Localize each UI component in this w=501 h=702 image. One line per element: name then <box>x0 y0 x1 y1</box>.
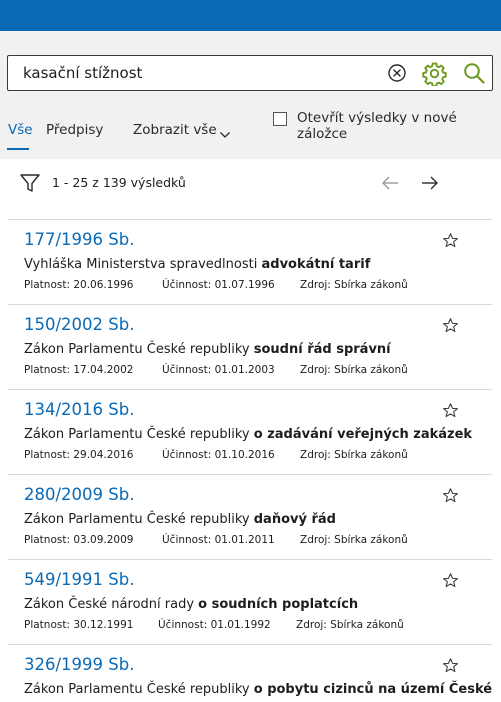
result-zdroj: Zdroj: Sbírka zákonů <box>300 279 408 291</box>
result-title-link[interactable]: 150/2002 Sb. <box>24 315 134 334</box>
result-description: Zákon Parlamentu České republiky o zadáv… <box>24 427 473 442</box>
result-platnost: Platnost: 03.09.2009 <box>24 534 134 546</box>
result-item: 549/1991 Sb. Zákon České národní rady o … <box>0 561 501 646</box>
result-zdroj: Zdroj: Sbírka zákonů <box>296 619 404 631</box>
divider <box>8 474 492 475</box>
search-icon[interactable] <box>462 61 486 85</box>
result-ucinnost: Účinnost: 01.01.1992 <box>158 619 271 631</box>
star-icon[interactable] <box>442 317 459 334</box>
result-description: Zákon Parlamentu České republiky o pobyt… <box>24 682 493 697</box>
result-ucinnost: Účinnost: 01.01.2011 <box>162 534 275 546</box>
result-title-link[interactable]: 280/2009 Sb. <box>24 485 134 504</box>
result-item: 326/1999 Sb. Zákon Parlamentu České repu… <box>0 646 501 702</box>
result-description: Vyhláška Ministerstva spravedlnosti advo… <box>24 257 371 272</box>
result-title-link[interactable]: 326/1999 Sb. <box>24 655 134 674</box>
search-box[interactable] <box>7 55 493 91</box>
result-description: Zákon Parlamentu České republiky daňový … <box>24 512 336 527</box>
prev-page-arrow-icon[interactable] <box>380 175 400 191</box>
result-title-link[interactable]: 134/2016 Sb. <box>24 400 134 419</box>
next-page-arrow-icon[interactable] <box>420 175 440 191</box>
tab-bar: Vše Předpisy Zobrazit vše Otevřít výsled… <box>0 110 501 158</box>
new-tab-label: Otevřít výsledky v nové záložce <box>297 110 457 142</box>
result-zdroj: Zdroj: Sbírka zákonů <box>300 534 408 546</box>
result-item: 177/1996 Sb. Vyhláška Ministerstva sprav… <box>0 221 501 306</box>
search-area: Vše Předpisy Zobrazit vše Otevřít výsled… <box>0 31 501 159</box>
results-count: 1 - 25 z 139 výsledků <box>52 175 186 190</box>
top-bar <box>0 0 501 31</box>
divider <box>8 389 492 390</box>
search-input[interactable] <box>23 62 363 84</box>
star-icon[interactable] <box>442 487 459 504</box>
results-header: 1 - 25 z 139 výsledků <box>0 159 501 219</box>
gear-icon[interactable] <box>422 61 447 86</box>
clear-icon[interactable] <box>387 63 407 83</box>
result-zdroj: Zdroj: Sbírka zákonů <box>300 449 408 461</box>
result-item: 280/2009 Sb. Zákon Parlamentu České repu… <box>0 476 501 561</box>
result-description: Zákon Parlamentu České republiky soudní … <box>24 342 391 357</box>
result-platnost: Platnost: 17.04.2002 <box>24 364 134 376</box>
new-tab-checkbox[interactable] <box>273 112 287 126</box>
active-tab-indicator <box>7 148 29 150</box>
result-title-link[interactable]: 177/1996 Sb. <box>24 230 134 249</box>
result-platnost: Platnost: 30.12.1991 <box>24 619 134 631</box>
star-icon[interactable] <box>442 657 459 674</box>
result-zdroj: Zdroj: Sbírka zákonů <box>300 364 408 376</box>
result-ucinnost: Účinnost: 01.07.1996 <box>162 279 275 291</box>
result-title-link[interactable]: 549/1991 Sb. <box>24 570 134 589</box>
result-description: Zákon České národní rady o soudních popl… <box>24 597 359 612</box>
filter-icon[interactable] <box>19 172 41 194</box>
star-icon[interactable] <box>442 402 459 419</box>
result-item: 150/2002 Sb. Zákon Parlamentu České repu… <box>0 306 501 391</box>
divider <box>8 219 492 220</box>
result-ucinnost: Účinnost: 01.01.2003 <box>162 364 275 376</box>
star-icon[interactable] <box>442 232 459 249</box>
divider <box>8 559 492 560</box>
result-ucinnost: Účinnost: 01.10.2016 <box>162 449 275 461</box>
divider <box>8 304 492 305</box>
result-platnost: Platnost: 29.04.2016 <box>24 449 134 461</box>
result-platnost: Platnost: 20.06.1996 <box>24 279 134 291</box>
divider <box>8 644 492 645</box>
result-item: 134/2016 Sb. Zákon Parlamentu České repu… <box>0 391 501 476</box>
star-icon[interactable] <box>442 572 459 589</box>
